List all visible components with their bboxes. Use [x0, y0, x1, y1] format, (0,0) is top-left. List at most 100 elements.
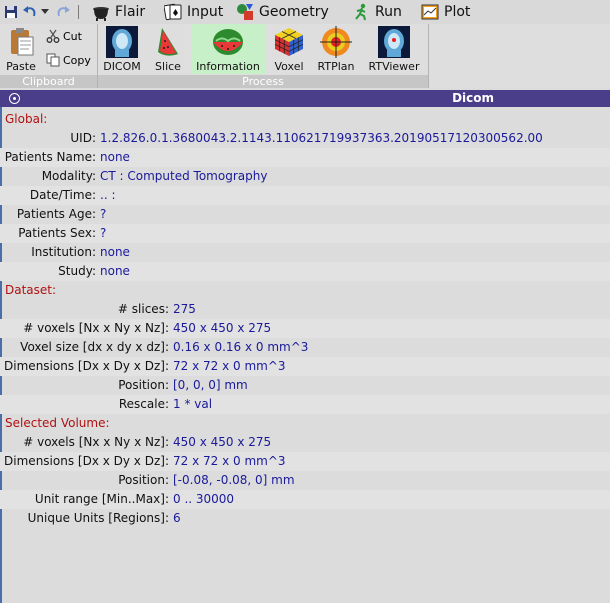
running-man-icon — [352, 3, 370, 21]
info-value: CT : Computed Tomography — [100, 169, 268, 183]
voxel-label: Voxel — [274, 60, 304, 73]
rubik-cube-icon — [273, 26, 305, 58]
copy-button[interactable]: Copy — [46, 51, 91, 69]
process-group-label: Process — [98, 75, 428, 88]
info-row: # voxels [Nx x Ny x Nz]: 450 x 450 x 275 — [0, 433, 610, 452]
info-value: 1.2.826.0.1.3680043.2.1143.1106217199373… — [100, 131, 543, 145]
info-label: Unit range [Min..Max]: — [34, 492, 169, 506]
info-label: Institution: — [31, 245, 96, 259]
rt-head-icon — [378, 26, 410, 58]
information-button[interactable]: Information — [191, 24, 265, 74]
watermelon-slice-icon — [152, 26, 184, 58]
slice-button[interactable]: Slice — [148, 24, 188, 74]
menu-separator — [78, 5, 79, 19]
info-label: # voxels [Nx x Ny x Nz]: — [23, 435, 169, 449]
info-value: none — [100, 245, 130, 259]
info-row: Date/Time: .. : — [0, 186, 610, 205]
panel-title: Dicom — [452, 91, 494, 105]
menu-run-label: Run — [375, 4, 402, 20]
menu-geometry[interactable]: Geometry — [236, 0, 329, 24]
info-label: Patients Name: — [4, 150, 96, 164]
ribbon: Paste Cut Copy Clipboard DICOM Slice Inf… — [0, 24, 610, 88]
info-row: Position: [-0.08, -0.08, 0] mm — [0, 471, 610, 490]
plot-icon — [421, 3, 439, 21]
target-icon — [320, 26, 352, 58]
shapes-icon — [236, 3, 254, 21]
voxel-button[interactable]: Voxel — [268, 24, 310, 74]
info-value: none — [100, 264, 130, 278]
information-label: Information — [196, 60, 260, 73]
clipboard-group-label: Clipboard — [0, 75, 97, 88]
info-label: Patients Sex: — [18, 226, 96, 240]
panel-header: Dicom — [0, 90, 610, 107]
info-value: 450 x 450 x 275 — [173, 435, 272, 449]
info-value: 6 — [173, 511, 181, 525]
info-value: 72 x 72 x 0 mm^3 — [173, 454, 286, 468]
copy-icon — [46, 53, 60, 67]
info-label: # slices: — [117, 302, 169, 316]
info-label: Rescale: — [118, 397, 169, 411]
menu-flair-label: Flair — [115, 4, 146, 20]
dicom-label: DICOM — [103, 60, 141, 73]
clipboard-group: Paste Cut Copy Clipboard — [0, 24, 97, 88]
info-value: ? — [100, 226, 107, 240]
cut-button[interactable]: Cut — [46, 27, 82, 45]
menu-bar: Flair Input Geometry Run Plot — [0, 0, 610, 25]
info-value: [0, 0, 0] mm — [173, 378, 248, 392]
menu-flair[interactable]: Flair — [92, 0, 145, 24]
info-row: Position: [0, 0, 0] mm — [0, 376, 610, 395]
info-value: 72 x 72 x 0 mm^3 — [173, 359, 286, 373]
info-label: # voxels [Nx x Ny x Nz]: — [23, 321, 169, 335]
info-label: Unique Units [Regions]: — [27, 511, 169, 525]
info-row: Unique Units [Regions]: 6 — [0, 509, 610, 528]
rtplan-button[interactable]: RTPlan — [313, 24, 359, 74]
menu-geometry-label: Geometry — [259, 4, 329, 20]
menu-run[interactable]: Run — [352, 0, 402, 24]
info-value: [-0.08, -0.08, 0] mm — [173, 473, 295, 487]
info-label: UID: — [70, 131, 96, 145]
info-label: Position: — [118, 473, 169, 487]
menu-plot-label: Plot — [444, 4, 471, 20]
save-icon[interactable] — [3, 3, 19, 21]
slice-label: Slice — [155, 60, 181, 73]
info-row: Dimensions [Dx x Dy x Dz]: 72 x 72 x 0 mm… — [0, 357, 610, 376]
paste-button[interactable]: Paste — [3, 24, 39, 74]
info-label: Dimensions [Dx x Dy x Dz]: — [4, 359, 169, 373]
info-value: ? — [100, 207, 107, 221]
info-value: 1 * val — [173, 397, 213, 411]
scissors-icon — [46, 29, 60, 43]
info-row: Study: none — [0, 262, 610, 281]
selected-section-heading: Selected Volume: — [5, 416, 110, 430]
info-label: Dimensions [Dx x Dy x Dz]: — [4, 454, 169, 468]
rtviewer-button[interactable]: RTViewer — [364, 24, 424, 74]
info-row: # voxels [Nx x Ny x Nz]: 450 x 450 x 275 — [0, 319, 610, 338]
info-label: Voxel size [dx x dy x dz]: — [20, 340, 169, 354]
info-value: 0.16 x 0.16 x 0 mm^3 — [173, 340, 309, 354]
menu-input-label: Input — [187, 4, 224, 20]
redo-icon[interactable] — [54, 3, 72, 21]
dicom-button[interactable]: DICOM — [100, 24, 144, 74]
rtplan-label: RTPlan — [317, 60, 355, 73]
info-row: Rescale: 1 * val — [0, 395, 610, 414]
menu-input[interactable]: Input — [163, 0, 224, 24]
info-label: Patients Age: — [16, 207, 96, 221]
info-row: Institution: none — [0, 243, 610, 262]
cauldron-icon — [92, 3, 110, 21]
info-row: Modality: CT : Computed Tomography — [0, 167, 610, 186]
playing-cards-icon — [163, 3, 182, 21]
info-label: Study: — [58, 264, 96, 278]
rtviewer-label: RTViewer — [368, 60, 420, 73]
info-row: UID: 1.2.826.0.1.3680043.2.1143.110621719… — [0, 129, 610, 148]
process-group: DICOM Slice Information Voxel RTPlan RTV… — [98, 24, 428, 88]
panel-toggle-icon[interactable] — [9, 93, 20, 104]
info-label: Position: — [118, 378, 169, 392]
paste-label: Paste — [6, 60, 36, 73]
global-section-heading: Global: — [5, 112, 48, 126]
info-row: Patients Sex:? — [0, 224, 610, 243]
dicom-head-icon — [106, 26, 138, 58]
menu-plot[interactable]: Plot — [421, 0, 470, 24]
undo-icon[interactable] — [21, 3, 39, 21]
info-value: 450 x 450 x 275 — [173, 321, 272, 335]
info-row: Patients Age:? — [0, 205, 610, 224]
undo-dropdown-icon[interactable] — [40, 3, 50, 21]
